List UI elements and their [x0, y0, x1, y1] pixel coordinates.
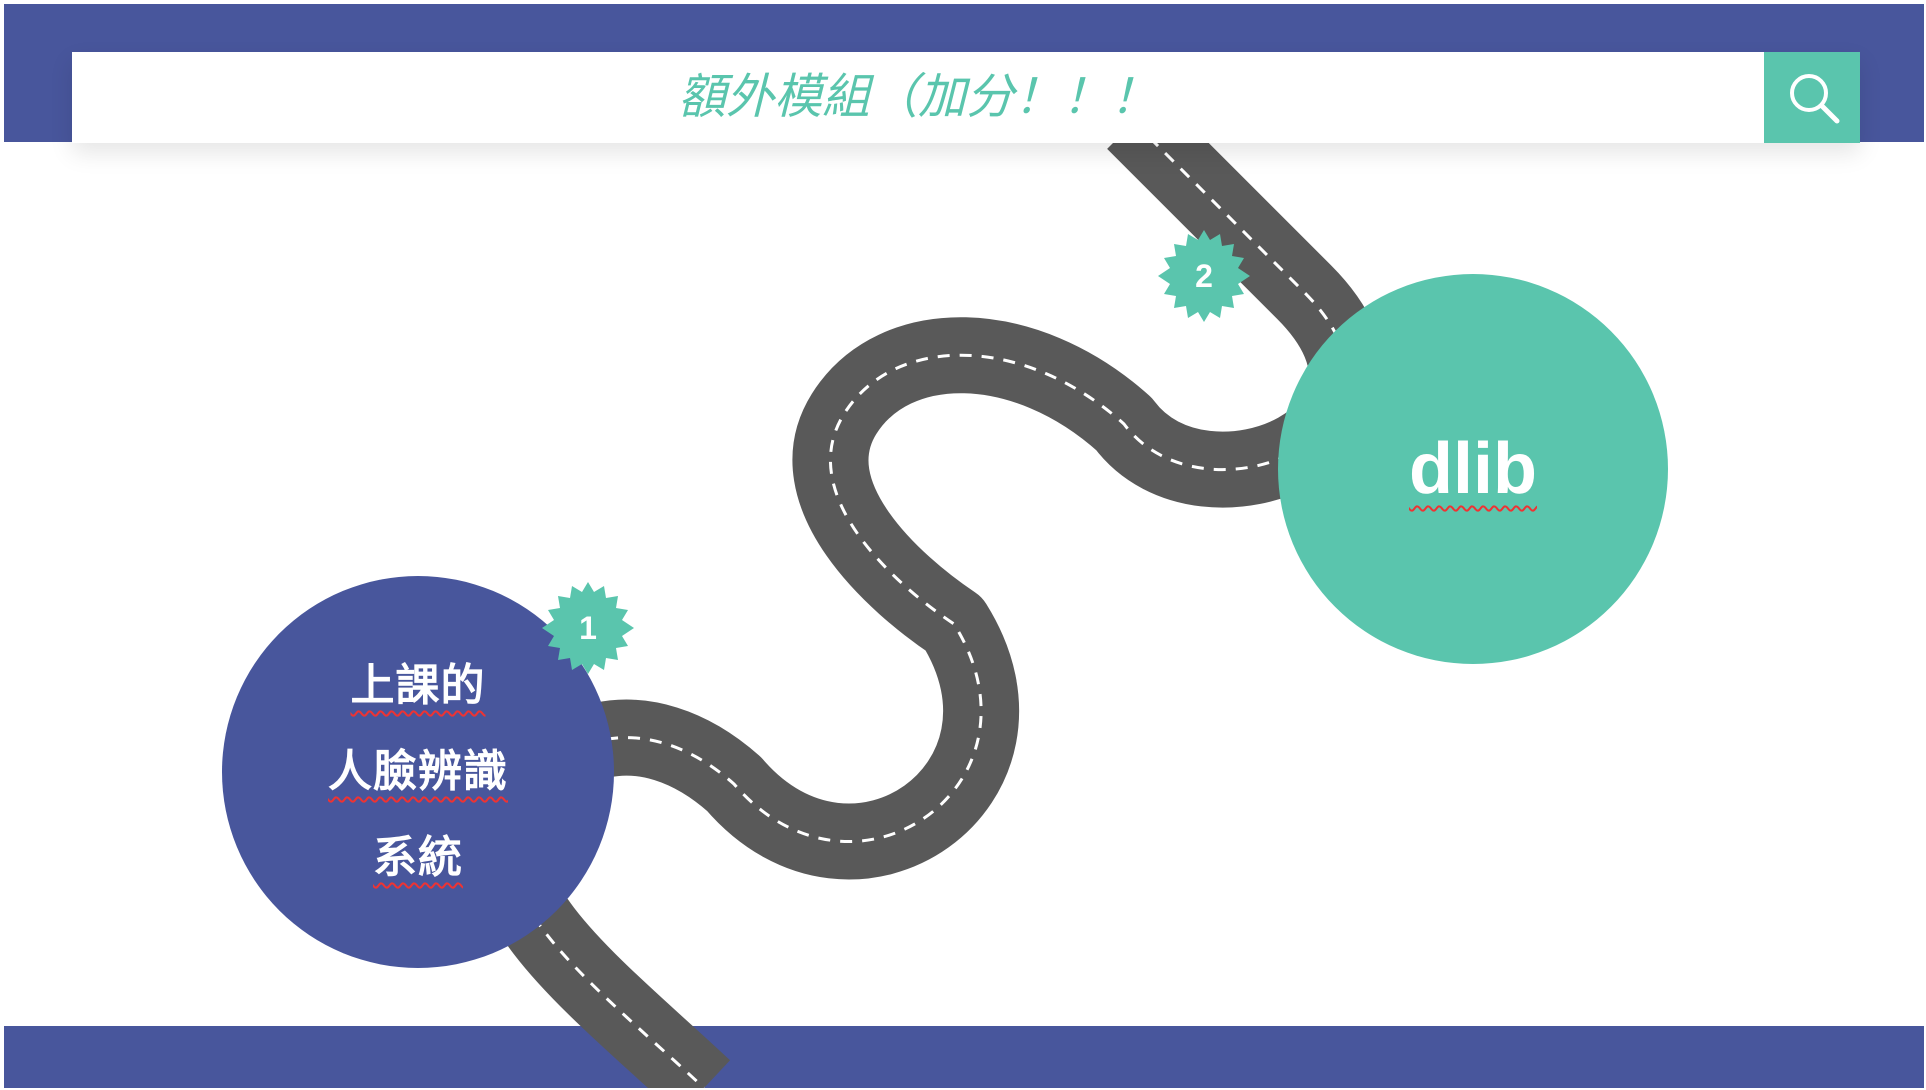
step-2-badge: 2: [1158, 230, 1250, 322]
step-1-number: 1: [579, 610, 597, 646]
slide: 額外模組（加分！！！ 上課的 人臉辨識 系統 dlib 1 2: [4, 4, 1924, 1088]
search-bar[interactable]: 額外模組（加分！！！: [72, 52, 1860, 143]
step-1-line-2: 人臉辨識: [328, 746, 508, 797]
search-title: 額外模組（加分！！！: [677, 69, 1158, 125]
search-button[interactable]: [1764, 52, 1860, 143]
step-2-circle: dlib: [1278, 274, 1668, 664]
step-2-label: dlib: [1409, 429, 1537, 509]
step-1-line-1: 上課的: [350, 660, 486, 711]
step-1-badge: 1: [542, 582, 634, 674]
step-2-number: 2: [1195, 258, 1213, 294]
search-icon: [1790, 74, 1840, 124]
step-1-line-3: 系統: [373, 832, 463, 883]
